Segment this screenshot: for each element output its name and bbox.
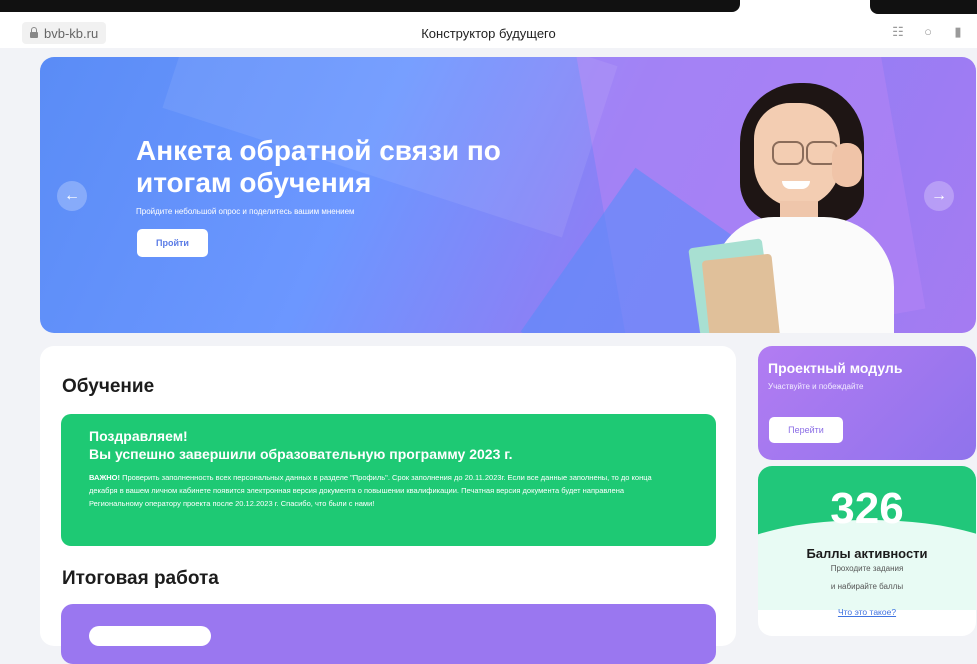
section-title-final-work: Итоговая работа xyxy=(62,568,219,589)
notice-text: ВАЖНО! Проверить заполненность всех перс… xyxy=(89,471,669,510)
score-hint-2: и набирайте баллы xyxy=(830,582,904,591)
score-info-link[interactable]: Что это такое? xyxy=(758,607,976,617)
bezel-right xyxy=(870,0,977,14)
next-arrow-icon[interactable]: → xyxy=(924,181,954,211)
prev-arrow-icon[interactable]: ← xyxy=(57,181,87,211)
notice-body: Проверить заполненность всех персональны… xyxy=(89,473,652,508)
score-hint-1: Проходите задания xyxy=(830,564,904,573)
score-value: 326 xyxy=(830,484,904,533)
bezel-left xyxy=(0,0,740,12)
bookmark-icon[interactable]: ▮ xyxy=(951,24,965,40)
training-card: Обучение Поздравляем! Вы успешно заверши… xyxy=(40,346,736,664)
score-label: Баллы активности xyxy=(806,546,928,561)
congrats-notice: Поздравляем! Вы успешно завершили образо… xyxy=(61,414,716,546)
hero-banner: Анкета обратной связи по итогам обучения… xyxy=(40,57,976,333)
notice-heading: Поздравляем! xyxy=(89,428,188,444)
reader-icon[interactable]: ☷ xyxy=(891,24,905,40)
section-title-training: Обучение xyxy=(62,376,155,397)
banner-title: Анкета обратной связи по итогам обучения xyxy=(136,135,501,198)
project-subtitle: Участвуйте и побеждайте xyxy=(768,382,864,391)
project-title: Проектный модуль xyxy=(768,360,903,376)
activity-score-card: 326 Баллы активности Проходите задания и… xyxy=(758,466,976,636)
final-work-button[interactable] xyxy=(89,626,211,646)
notice-important: ВАЖНО! xyxy=(89,473,120,482)
final-work-card[interactable] xyxy=(61,604,716,664)
page-title: Конструктор будущего xyxy=(421,26,556,41)
project-module-card: Проектный модуль Участвуйте и побеждайте… xyxy=(758,346,976,460)
banner-subtitle: Пройдите небольшой опрос и поделитесь ва… xyxy=(136,207,355,216)
woman-illustration xyxy=(654,77,914,333)
survey-button[interactable]: Пройти xyxy=(137,229,208,257)
browser-toolbar: bvb-kb.ru Конструктор будущего ☷ ○ ▮ xyxy=(0,0,977,48)
search-icon[interactable]: ○ xyxy=(921,24,935,40)
notice-subheading: Вы успешно завершили образовательную про… xyxy=(89,446,513,462)
project-go-button[interactable]: Перейти xyxy=(769,417,843,443)
